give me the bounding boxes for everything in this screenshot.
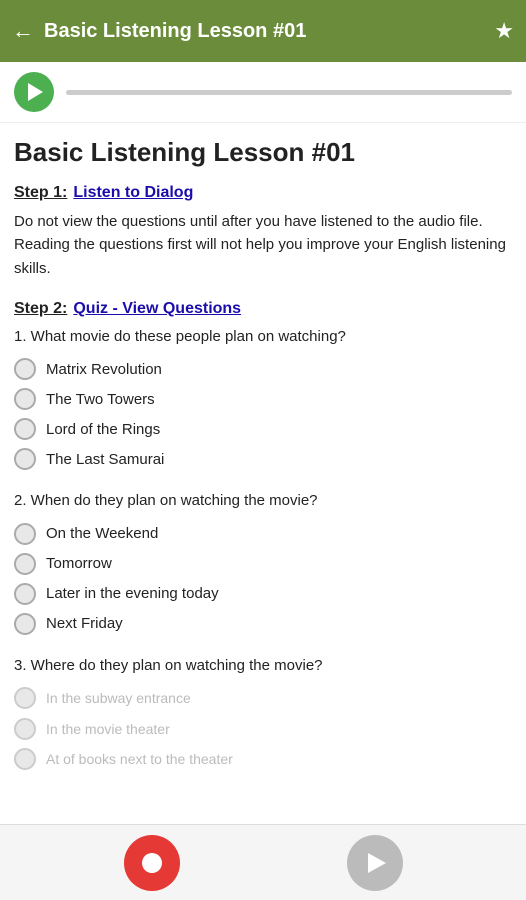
record-icon bbox=[142, 853, 162, 873]
radio-option-label: Tomorrow bbox=[46, 555, 112, 572]
question-block-1: 1. What movie do these people plan on wa… bbox=[14, 326, 512, 471]
radio-option-label: In the subway entrance bbox=[46, 687, 191, 709]
step2-line: Step 2: Quiz - View Questions bbox=[14, 300, 512, 318]
radio-option-label: In the movie theater bbox=[46, 718, 170, 740]
radio-option-3-2[interactable]: At of books next to the theater bbox=[14, 748, 512, 770]
radio-option-1-0[interactable]: Matrix Revolution bbox=[14, 358, 512, 380]
playback-triangle-icon bbox=[368, 853, 386, 873]
radio-circle-icon bbox=[14, 748, 36, 770]
step1-label: Step 1: bbox=[14, 184, 67, 202]
radio-circle-icon bbox=[14, 418, 36, 440]
radio-option-label: Matrix Revolution bbox=[46, 361, 162, 378]
radio-option-2-0[interactable]: On the Weekend bbox=[14, 523, 512, 545]
radio-circle-icon bbox=[14, 553, 36, 575]
radio-option-1-2[interactable]: Lord of the Rings bbox=[14, 418, 512, 440]
radio-circle-icon bbox=[14, 613, 36, 635]
radio-option-label: Next Friday bbox=[46, 615, 123, 632]
radio-circle-icon bbox=[14, 583, 36, 605]
header-title: Basic Listening Lesson #01 bbox=[44, 20, 494, 43]
app-header: ← Basic Listening Lesson #01 ★ bbox=[0, 0, 526, 62]
radio-circle-icon bbox=[14, 358, 36, 380]
radio-circle-icon bbox=[14, 523, 36, 545]
audio-bar bbox=[0, 62, 526, 123]
radio-option-2-2[interactable]: Later in the evening today bbox=[14, 583, 512, 605]
radio-option-3-0[interactable]: In the subway entrance bbox=[14, 687, 512, 709]
audio-progress-bar[interactable] bbox=[66, 90, 512, 95]
question-block-2: 2. When do they plan on watching the mov… bbox=[14, 490, 512, 635]
step1-line: Step 1: Listen to Dialog bbox=[14, 184, 512, 202]
questions-container: 1. What movie do these people plan on wa… bbox=[14, 326, 512, 771]
instruction-text: Do not view the questions until after yo… bbox=[14, 210, 512, 280]
radio-option-2-3[interactable]: Next Friday bbox=[14, 613, 512, 635]
radio-option-label: The Two Towers bbox=[46, 391, 155, 408]
radio-option-1-3[interactable]: The Last Samurai bbox=[14, 448, 512, 470]
favorite-star-icon[interactable]: ★ bbox=[494, 18, 514, 44]
bottom-toolbar bbox=[0, 824, 526, 900]
audio-play-button[interactable] bbox=[14, 72, 54, 112]
radio-option-label: At of books next to the theater bbox=[46, 748, 233, 770]
radio-option-label: Lord of the Rings bbox=[46, 421, 160, 438]
question-text-1: 1. What movie do these people plan on wa… bbox=[14, 326, 512, 349]
main-content: Basic Listening Lesson #01 Step 1: Liste… bbox=[0, 123, 526, 837]
question-text-3: 3. Where do they plan on watching the mo… bbox=[14, 655, 512, 678]
lesson-title: Basic Listening Lesson #01 bbox=[14, 137, 512, 168]
radio-option-3-1[interactable]: In the movie theater bbox=[14, 718, 512, 740]
radio-option-2-1[interactable]: Tomorrow bbox=[14, 553, 512, 575]
radio-option-label: Later in the evening today bbox=[46, 585, 219, 602]
radio-option-label: The Last Samurai bbox=[46, 451, 164, 468]
quiz-view-questions-link[interactable]: Quiz - View Questions bbox=[73, 300, 241, 318]
record-button[interactable] bbox=[124, 835, 180, 891]
playback-button[interactable] bbox=[347, 835, 403, 891]
question-block-3: 3. Where do they plan on watching the mo… bbox=[14, 655, 512, 771]
play-triangle-icon bbox=[28, 83, 43, 101]
question-text-2: 2. When do they plan on watching the mov… bbox=[14, 490, 512, 513]
radio-circle-icon bbox=[14, 388, 36, 410]
radio-circle-icon bbox=[14, 687, 36, 709]
listen-to-dialog-link[interactable]: Listen to Dialog bbox=[73, 184, 193, 202]
radio-option-1-1[interactable]: The Two Towers bbox=[14, 388, 512, 410]
step2-label: Step 2: bbox=[14, 300, 67, 318]
radio-option-label: On the Weekend bbox=[46, 525, 158, 542]
radio-circle-icon bbox=[14, 718, 36, 740]
back-button[interactable]: ← bbox=[12, 18, 34, 44]
radio-circle-icon bbox=[14, 448, 36, 470]
